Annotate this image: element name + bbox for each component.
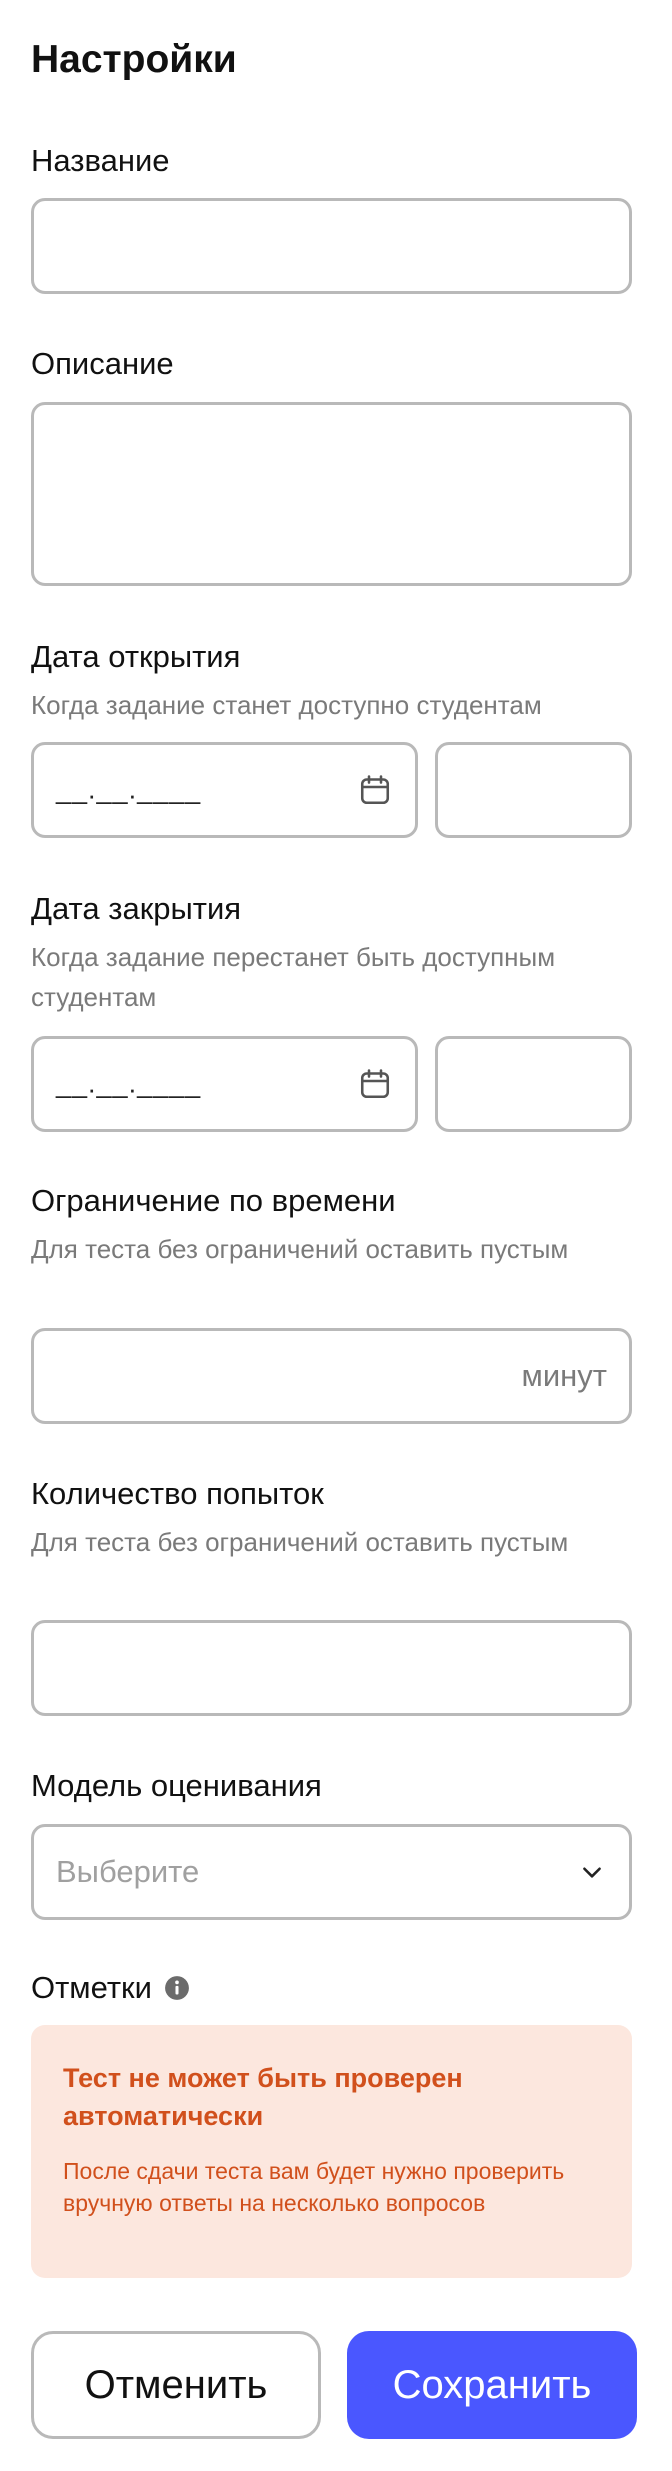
attempts-label: Количество попыток	[31, 1476, 324, 1511]
name-label: Название	[31, 143, 170, 178]
attempts-input[interactable]	[34, 1623, 629, 1713]
close-date-label: Дата закрытия	[31, 891, 242, 926]
open-time-input[interactable]	[438, 745, 629, 835]
open-date-hint: Когда задание станет доступно студентам	[31, 690, 542, 720]
description-textarea[interactable]	[34, 405, 629, 583]
close-date-input[interactable]: __.__.____	[31, 1036, 418, 1132]
settings-page: Настройки Название Описание Дата открыти…	[0, 0, 672, 2471]
time-limit-label: Ограничение по времени	[31, 1183, 396, 1218]
time-limit-field-box: минут	[31, 1328, 632, 1424]
alert-title: Тест не может быть проверен автоматическ…	[63, 2063, 463, 2131]
time-limit-hint: Для теста без ограничений оставить пусты…	[31, 1234, 569, 1264]
attempts-hint: Для теста без ограничений оставить пусты…	[31, 1527, 569, 1557]
close-time-field-box	[435, 1036, 632, 1132]
alert-body: После сдачи теста вам будет нужно провер…	[63, 2158, 565, 2216]
chevron-down-icon	[583, 1867, 601, 1878]
grading-model-label: Модель оценивания	[31, 1768, 322, 1803]
marks-label: Отметки	[31, 1970, 152, 2005]
calendar-icon[interactable]	[357, 1066, 393, 1102]
minutes-suffix: минут	[521, 1358, 607, 1393]
description-field-box	[31, 402, 632, 586]
open-date-input[interactable]: __.__.____	[31, 742, 418, 838]
grading-model-placeholder: Выберите	[56, 1854, 200, 1889]
description-label: Описание	[31, 346, 174, 381]
marks-row: Отметки	[31, 1969, 190, 2007]
page-title: Настройки	[31, 38, 237, 81]
name-input[interactable]	[34, 201, 629, 291]
close-date-mask: __.__.____	[56, 1068, 202, 1099]
open-time-field-box	[435, 742, 632, 838]
manual-check-alert: Тест не может быть проверен автоматическ…	[31, 2025, 632, 2278]
open-date-label: Дата открытия	[31, 639, 241, 674]
calendar-icon[interactable]	[357, 772, 393, 808]
name-field-box	[31, 198, 632, 294]
cancel-button[interactable]: Отменить	[31, 2331, 321, 2439]
close-date-hint: Когда задание перестанет быть доступным …	[31, 942, 556, 1012]
grading-model-select[interactable]: Выберите	[31, 1824, 632, 1920]
attempts-field-box	[31, 1620, 632, 1716]
open-date-mask: __.__.____	[56, 774, 202, 805]
info-icon[interactable]	[164, 1975, 190, 2001]
save-button[interactable]: Сохранить	[347, 2331, 637, 2439]
close-time-input[interactable]	[438, 1039, 629, 1129]
